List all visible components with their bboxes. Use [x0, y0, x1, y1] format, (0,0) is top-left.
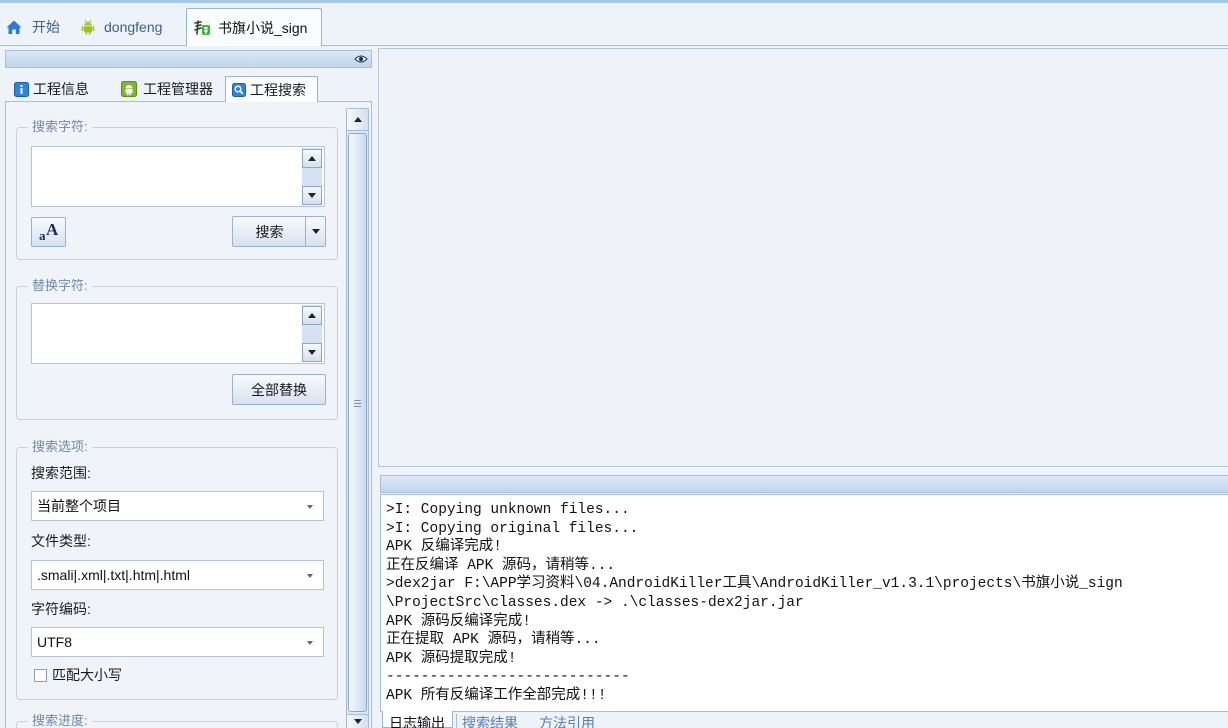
log-output[interactable]: >I: Copying unknown files... >I: Copying… [380, 494, 1228, 712]
arrow-down-icon [308, 350, 316, 355]
eye-icon[interactable] [354, 54, 368, 64]
font-case-icon-small: a [39, 228, 46, 243]
tab-start[interactable]: 开始 [2, 13, 60, 41]
app-icon [193, 19, 211, 36]
android-icon [81, 19, 95, 35]
search-options-dropdown[interactable] [305, 217, 325, 246]
log-line: APK 所有反编译工作全部完成!!! [386, 687, 607, 704]
match-case-label[interactable]: 匹配大小写 [52, 666, 122, 684]
log-line: APK 反编译完成! [386, 539, 503, 556]
project-panel-scrollbar[interactable] [346, 108, 369, 728]
chevron-down-icon [307, 641, 313, 645]
search-progress-group: 搜索进度: [16, 714, 338, 728]
log-line: 正在反编译 APK 源码，请稍等... [386, 557, 616, 574]
scroll-down-button[interactable] [347, 714, 368, 728]
arrow-down-icon [353, 719, 362, 724]
replace-string-title: 替换字符: [28, 278, 92, 294]
home-icon [6, 20, 22, 34]
file-type-select[interactable]: .smali|.xml|.txt|.htm|.html [31, 560, 324, 590]
info-icon [14, 81, 29, 97]
replace-textarea[interactable] [32, 304, 302, 363]
search-progress-title: 搜索进度: [28, 714, 92, 728]
font-case-icon: a A [32, 218, 65, 246]
replace-all-button[interactable]: 全部替换 [232, 374, 326, 405]
search-text-field[interactable] [31, 146, 325, 207]
tab-project-info[interactable]: 工程信息 [14, 78, 89, 100]
search-icon [232, 82, 246, 97]
search-button[interactable]: 搜索 [232, 216, 326, 247]
tab-shuqi-sign[interactable]: 书旗小说_sign [186, 8, 322, 46]
tab-log-output-label: 日志输出 [389, 715, 445, 728]
search-scope-label: 搜索范围: [31, 465, 91, 481]
editor-area[interactable] [378, 48, 1228, 467]
font-case-icon-large: A [46, 220, 59, 239]
search-textarea-scrollbar[interactable] [302, 148, 322, 205]
file-type-label: 文件类型: [31, 533, 91, 549]
search-scope-value: 当前整个项目 [37, 498, 121, 514]
search-textarea[interactable] [32, 147, 302, 206]
encoding-select[interactable]: UTF8 [31, 627, 324, 657]
replace-all-button-label: 全部替换 [251, 381, 307, 398]
tab-project-info-label: 工程信息 [33, 81, 89, 97]
log-line: APK 源码反编译完成! [386, 613, 532, 630]
log-line: >I: Copying original files... [386, 520, 639, 537]
search-string-title: 搜索字符: [28, 119, 92, 135]
tab-project-manager[interactable]: 工程管理器 [121, 78, 213, 100]
search-options-group: 搜索选项: 搜索范围: 当前整个项目 文件类型: .smali|.xml|.tx… [16, 439, 338, 700]
scroll-up-button[interactable] [347, 109, 368, 131]
arrow-up-icon [353, 117, 362, 122]
tab-project-search-label: 工程搜索 [250, 81, 306, 98]
document-tab-bar: 开始 dongfeng 书旗小说_sign [0, 3, 1228, 46]
tab-dongfeng[interactable]: dongfeng [76, 13, 162, 41]
log-line: >dex2jar F:\APP学习资料\04.AndroidKiller工具\A… [386, 576, 1123, 593]
replace-text-field[interactable] [31, 303, 325, 364]
log-line: >I: Copying unknown files... [386, 502, 630, 518]
chevron-down-icon [307, 574, 313, 578]
log-line: APK 源码提取完成! [386, 650, 517, 667]
scroll-down-button[interactable] [302, 343, 322, 362]
replace-textarea-scrollbar[interactable] [302, 305, 322, 362]
tab-search-results[interactable]: 搜索结果 [462, 711, 522, 728]
search-string-group: 搜索字符: a A 搜索 [16, 119, 338, 260]
tab-start-label: 开始 [32, 19, 60, 35]
tab-method-references[interactable]: 方法引用 [539, 711, 599, 728]
scroll-down-button[interactable] [302, 186, 322, 205]
match-case-checkbox[interactable] [34, 669, 47, 682]
search-options-title: 搜索选项: [28, 439, 92, 455]
match-case-toggle-button[interactable]: a A [31, 217, 66, 247]
tab-project-manager-label: 工程管理器 [143, 81, 213, 97]
arrow-up-icon [308, 156, 316, 161]
scrollbar-thumb[interactable] [348, 133, 367, 712]
grip-icon [354, 400, 361, 407]
tab-divider [456, 714, 457, 728]
log-line: ---------------------------- [386, 669, 630, 686]
log-line: \ProjectSrc\classes.dex -> .\classes-dex… [386, 594, 804, 611]
chevron-down-icon [307, 505, 313, 509]
tab-log-output[interactable]: 日志输出 [382, 711, 453, 728]
file-type-value: .smali|.xml|.txt|.htm|.html [37, 567, 191, 583]
arrow-down-icon [308, 193, 316, 198]
tab-dongfeng-label: dongfeng [104, 19, 163, 35]
scroll-up-button[interactable] [302, 306, 322, 325]
scroll-up-button[interactable] [302, 149, 322, 168]
arrow-up-icon [308, 313, 316, 318]
tab-shuqi-sign-label: 书旗小说_sign [218, 19, 308, 36]
tab-project-search[interactable]: 工程搜索 [225, 76, 318, 102]
log-line: 正在提取 APK 源码，请稍等... [386, 632, 601, 649]
log-panel-header [380, 475, 1228, 493]
chevron-down-icon [311, 229, 320, 234]
output-tab-bar: 日志输出 搜索结果 方法引用 [380, 711, 1228, 728]
encoding-value: UTF8 [37, 634, 72, 650]
encoding-label: 字符编码: [31, 601, 91, 617]
tab-method-references-label: 方法引用 [539, 715, 595, 728]
replace-string-group: 替换字符: 全部替换 [16, 278, 338, 420]
android-icon [121, 81, 137, 97]
search-button-label: 搜索 [255, 223, 284, 240]
search-scope-select[interactable]: 当前整个项目 [31, 491, 324, 521]
tab-search-results-label: 搜索结果 [462, 715, 518, 728]
project-panel-header [5, 50, 372, 68]
